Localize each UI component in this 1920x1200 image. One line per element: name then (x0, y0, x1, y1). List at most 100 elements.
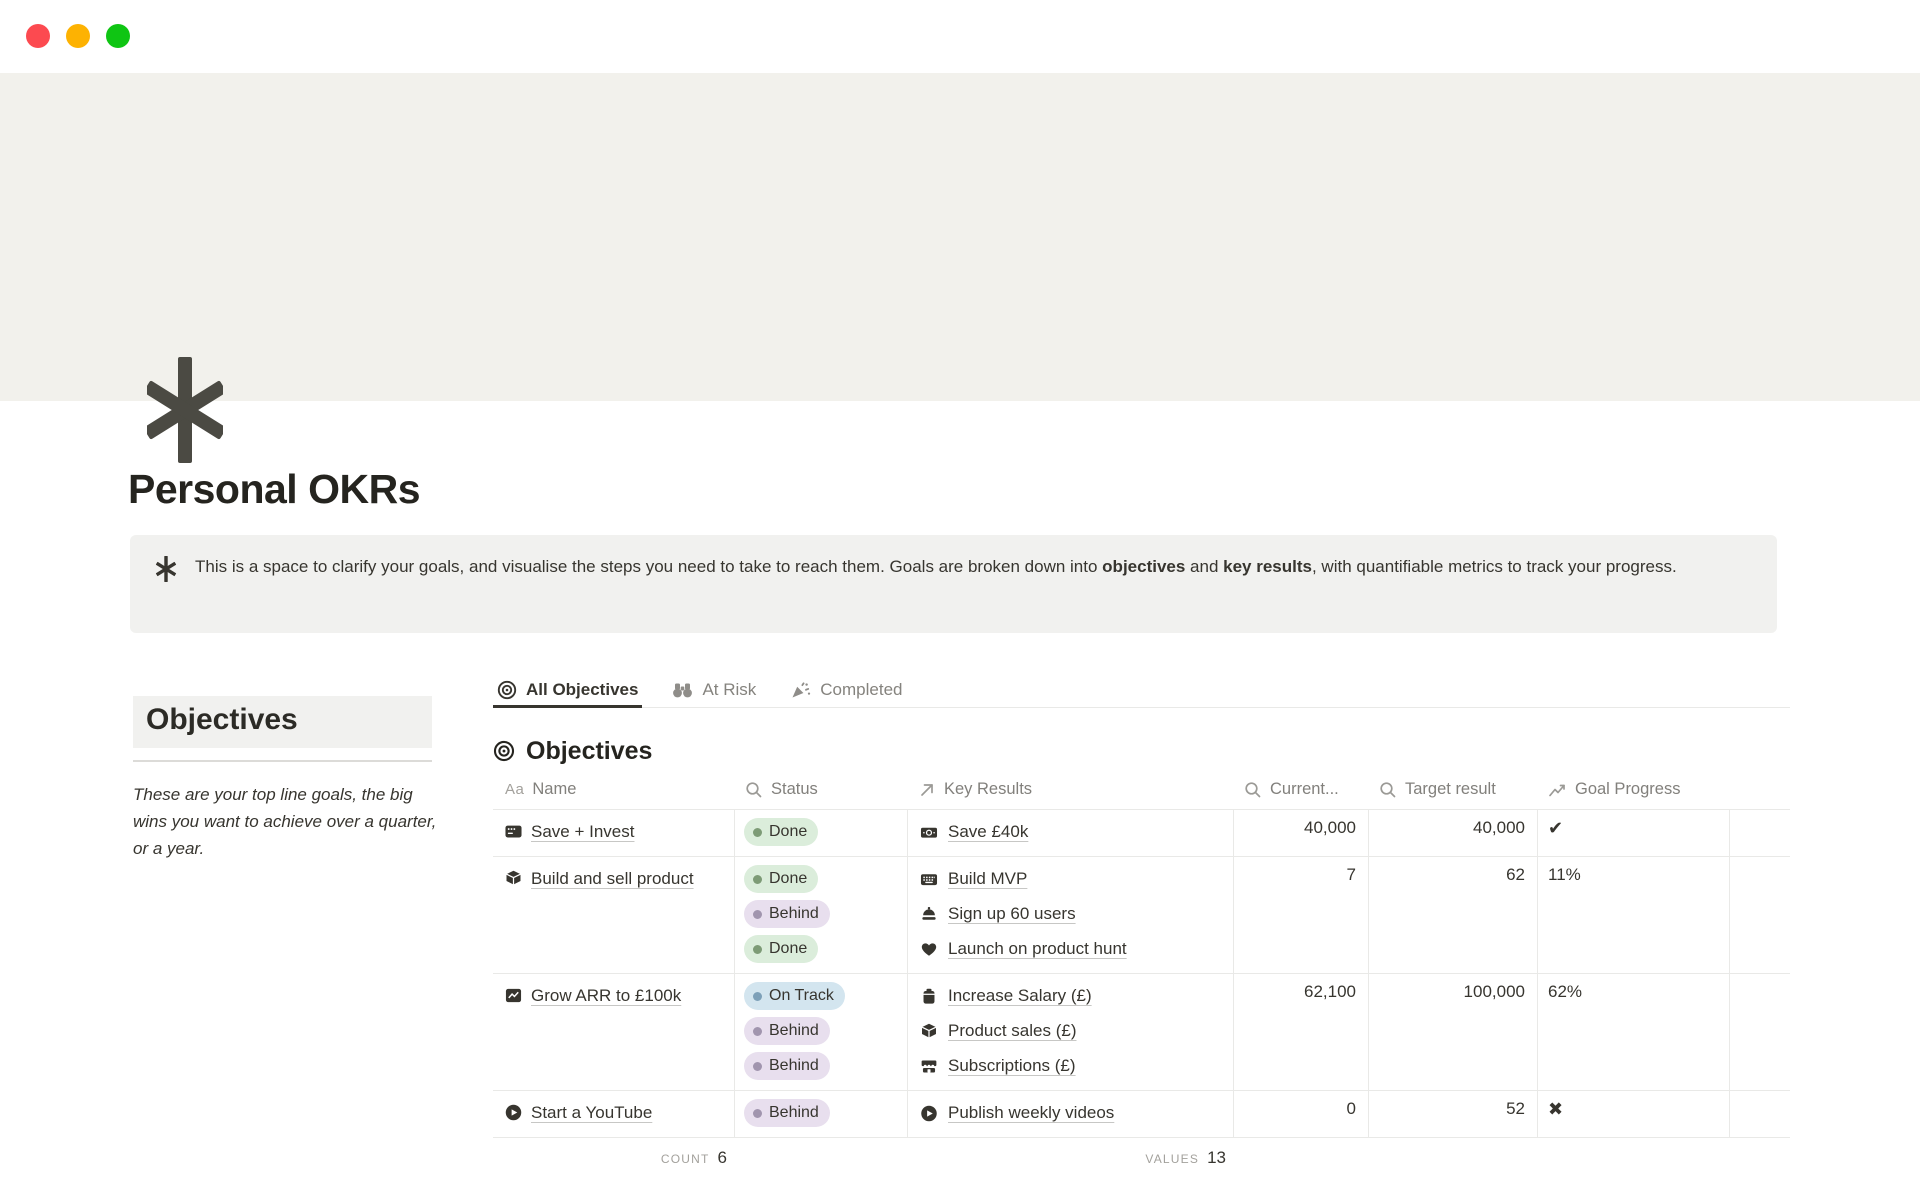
status-pill-done[interactable]: Done (744, 935, 818, 963)
status-dot (753, 910, 762, 919)
current-result-cell[interactable]: 40,000 (1234, 810, 1369, 856)
table-row: Save + Invest Done Save £40k 40,000 40,0… (493, 810, 1790, 857)
magnifier-icon (745, 781, 763, 799)
play-icon (505, 1104, 522, 1121)
callout-bold-objectives: objectives (1102, 557, 1185, 576)
column-label: Goal Progress (1575, 780, 1680, 799)
status-cell: Done (735, 810, 908, 856)
column-header-current[interactable]: Current... (1234, 770, 1369, 809)
minimize-button[interactable] (66, 24, 90, 48)
tab-label: Completed (820, 680, 902, 700)
objective-link[interactable]: Build and sell product (531, 869, 694, 888)
objective-link[interactable]: Grow ARR to £100k (531, 986, 681, 1005)
status-pill-behind[interactable]: Behind (744, 900, 830, 928)
target-result-cell[interactable]: 62 (1369, 857, 1538, 973)
status-pill-behind[interactable]: Behind (744, 1017, 830, 1045)
window-titlebar (0, 0, 1920, 73)
key-results-cell: Save £40k (908, 810, 1234, 856)
status-pill-done[interactable]: Done (744, 818, 818, 846)
current-result-cell[interactable]: 62,100 (1234, 974, 1369, 1090)
status-label: Behind (769, 1104, 819, 1122)
current-result-cell[interactable]: 7 (1234, 857, 1369, 973)
page-icon-asterisk[interactable] (147, 357, 223, 463)
close-button[interactable] (26, 24, 50, 48)
package-icon (505, 870, 522, 887)
asterisk-icon (147, 357, 223, 463)
key-result-item: Increase Salary (£) (920, 982, 1221, 1010)
current-result-cell[interactable]: 0 (1234, 1091, 1369, 1137)
key-result-link[interactable]: Subscriptions (£) (948, 1056, 1076, 1076)
table-row: Build and sell product Done Behind Done … (493, 857, 1790, 974)
key-result-item: Publish weekly videos (920, 1099, 1221, 1127)
view-tabs: All Objectives At Risk (493, 672, 1790, 708)
sidebar-description: These are your top line goals, the big w… (133, 781, 445, 862)
magnifier-icon (1244, 781, 1262, 799)
key-result-link[interactable]: Save £40k (948, 822, 1028, 842)
status-label: Done (769, 823, 807, 841)
column-header-name[interactable]: Aa Name (493, 770, 735, 809)
key-result-link[interactable]: Increase Salary (£) (948, 986, 1092, 1006)
tab-completed[interactable]: Completed (786, 672, 906, 708)
callout-text-part1: This is a space to clarify your goals, a… (195, 557, 1102, 576)
key-result-link[interactable]: Sign up 60 users (948, 904, 1076, 924)
key-result-link[interactable]: Launch on product hunt (948, 939, 1127, 959)
banknote-icon (920, 824, 938, 841)
party-popper-icon (790, 680, 811, 700)
main-content: All Objectives At Risk (493, 672, 1790, 1182)
table-row: Grow ARR to £100k On Track Behind Behind… (493, 974, 1790, 1091)
column-header-goal-progress[interactable]: Goal Progress (1538, 770, 1730, 809)
status-cell: On Track Behind Behind (735, 974, 908, 1090)
target-result-cell[interactable]: 52 (1369, 1091, 1538, 1137)
key-results-cell: Increase Salary (£) Product sales (£) (908, 974, 1234, 1090)
credit-card-icon (505, 823, 522, 840)
tab-at-risk[interactable]: At Risk (668, 672, 760, 708)
relation-arrow-icon (918, 781, 936, 799)
cover-image[interactable] (0, 73, 1920, 401)
objective-name-cell: Grow ARR to £100k (493, 974, 735, 1090)
status-pill-on-track[interactable]: On Track (744, 982, 845, 1010)
key-result-link[interactable]: Build MVP (948, 869, 1027, 889)
table-header-row: Aa Name Status Key Results Current... (493, 770, 1790, 810)
status-dot (753, 1109, 762, 1118)
goal-progress-cell: ✖ (1538, 1091, 1730, 1137)
objective-link[interactable]: Start a YouTube (531, 1103, 652, 1122)
tab-label: At Risk (702, 680, 756, 700)
sidebar-heading-objectives: Objectives (133, 696, 432, 748)
key-result-link[interactable]: Publish weekly videos (948, 1103, 1114, 1123)
key-results-cell: Build MVP Sign up 60 users Launch on pro… (908, 857, 1234, 973)
line-chart-icon (1548, 781, 1567, 799)
column-header-target[interactable]: Target result (1369, 770, 1538, 809)
target-icon (497, 680, 517, 700)
bag-icon (920, 988, 938, 1005)
zoom-button[interactable] (106, 24, 130, 48)
status-pill-behind[interactable]: Behind (744, 1099, 830, 1127)
package-icon (920, 1023, 938, 1040)
status-label: Behind (769, 1057, 819, 1075)
bell-icon (920, 906, 938, 923)
status-pill-done[interactable]: Done (744, 865, 818, 893)
status-label: On Track (769, 987, 834, 1005)
cross-mark: ✖ (1548, 1099, 1563, 1119)
target-result-cell[interactable]: 100,000 (1369, 974, 1538, 1090)
status-dot (753, 992, 762, 1001)
text-property-icon: Aa (505, 781, 524, 798)
column-header-status[interactable]: Status (735, 770, 908, 809)
key-result-item: Sign up 60 users (920, 900, 1221, 928)
magnifier-icon (1379, 781, 1397, 799)
play-icon (920, 1105, 938, 1122)
check-mark: ✔ (1548, 818, 1563, 838)
key-result-item: Subscriptions (£) (920, 1052, 1221, 1080)
column-header-key-results[interactable]: Key Results (908, 770, 1234, 809)
tab-all-objectives[interactable]: All Objectives (493, 672, 642, 708)
column-label: Status (771, 780, 818, 799)
target-result-cell[interactable]: 40,000 (1369, 810, 1538, 856)
status-cell: Done Behind Done (735, 857, 908, 973)
table-row: Start a YouTube Behind Publish weekly vi… (493, 1091, 1790, 1138)
key-result-item: Save £40k (920, 818, 1221, 846)
keyboard-icon (920, 871, 938, 888)
values-aggregate[interactable]: VALUES13 (493, 1148, 1226, 1168)
goal-progress-cell: ✔ (1538, 810, 1730, 856)
key-result-link[interactable]: Product sales (£) (948, 1021, 1077, 1041)
objective-link[interactable]: Save + Invest (531, 822, 634, 841)
status-pill-behind[interactable]: Behind (744, 1052, 830, 1080)
